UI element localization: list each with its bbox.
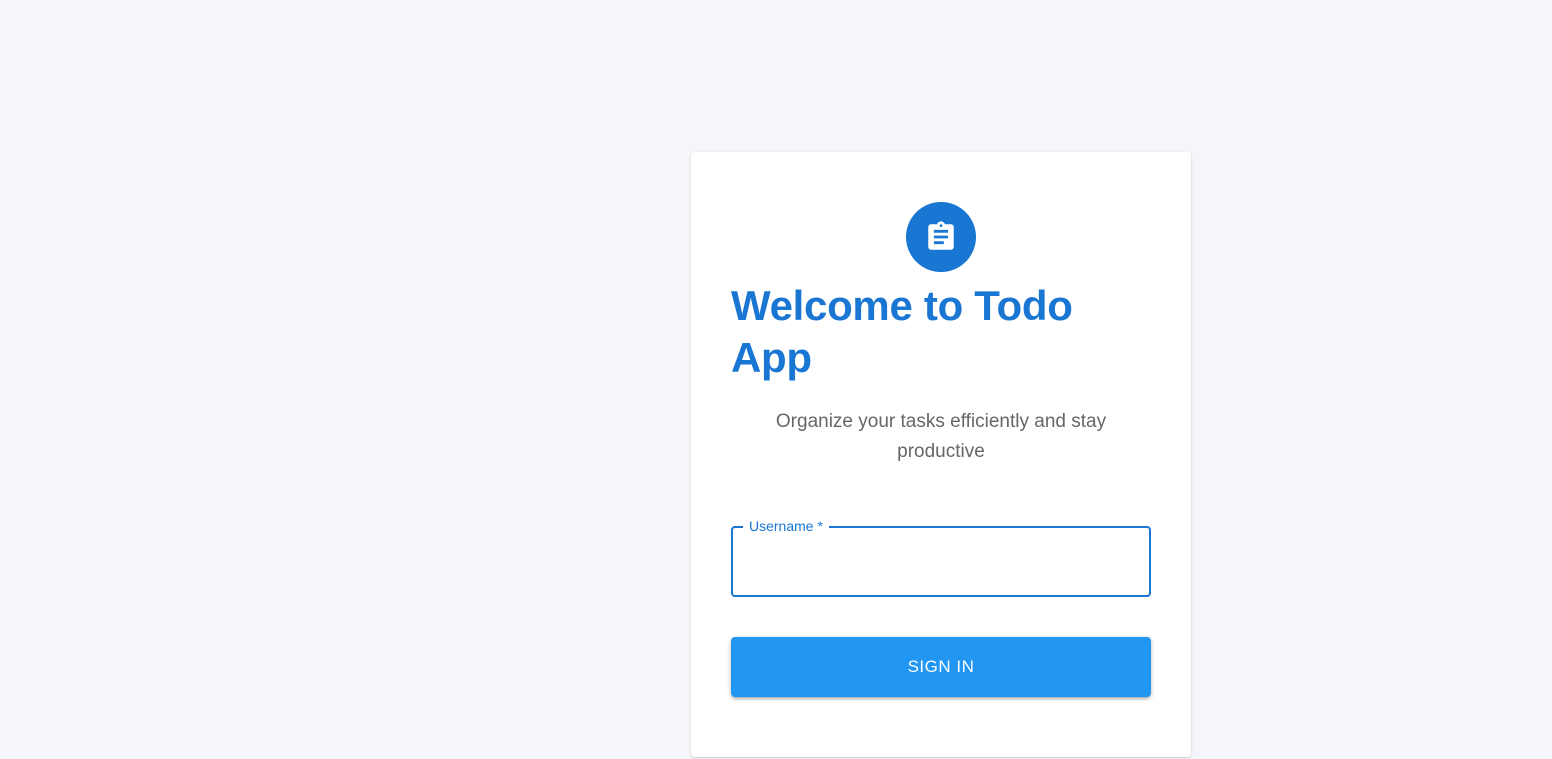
login-card: Welcome to Todo App Organize your tasks … [691,152,1191,757]
app-logo [906,202,976,272]
username-field[interactable]: Username * [731,517,1151,597]
clipboard-icon [928,221,954,250]
page-subtitle: Organize your tasks efficiently and stay… [775,411,1107,462]
login-page: Welcome to Todo App Organize your tasks … [0,0,1552,759]
page-title: Welcome to Todo App [731,282,1073,381]
username-input[interactable] [733,528,1149,595]
sign-in-button[interactable]: SIGN IN [731,637,1151,697]
